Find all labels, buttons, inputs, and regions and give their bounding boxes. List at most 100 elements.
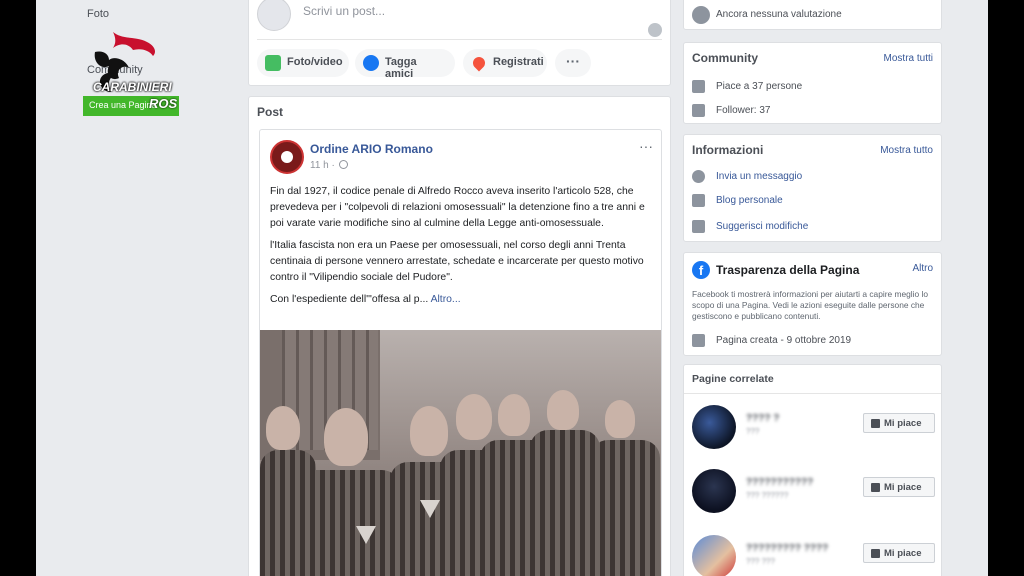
facebook-page-screenshot: Foto Community Crea una Pagina CARABINIE… xyxy=(36,0,988,576)
ratings-text: Ancora nessuna valutazione xyxy=(716,9,842,20)
page-type-icon xyxy=(692,194,705,207)
post-body: Fin dal 1927, il codice penale di Alfred… xyxy=(270,184,654,314)
posts-section-title: Post xyxy=(257,105,284,119)
flag-icon xyxy=(692,334,705,347)
thumbs-up-icon xyxy=(871,483,880,492)
followers-icon xyxy=(692,104,705,117)
likes-row: Piace a 37 persone xyxy=(692,80,803,93)
photos-section-label[interactable]: Foto xyxy=(87,8,109,20)
like-button-label: Mi piace xyxy=(884,482,922,493)
related-page-item: ??????????? ??? ?????? Mi piace xyxy=(692,469,935,517)
check-in-button[interactable]: Registrati xyxy=(463,49,547,77)
photo-figure-head xyxy=(498,394,530,436)
like-page-button[interactable]: Mi piace xyxy=(863,543,935,563)
related-page-item: ????????? ???? ??? ??? Mi piace xyxy=(692,535,935,576)
watermark-ros-text: ROS xyxy=(149,96,178,111)
post-composer: Scrivi un post... Foto/video Tagga amici… xyxy=(248,0,671,86)
post-item: Ordine ARIO Romano 11 h · ··· Fin dal 19… xyxy=(259,129,662,576)
post-truncated-text: Con l'espediente dell'"offesa al p... xyxy=(270,294,429,305)
posts-section: Post Ordine ARIO Romano 11 h · ··· Fin d… xyxy=(248,96,671,576)
avatar xyxy=(257,0,291,31)
composer-input[interactable]: Scrivi un post... xyxy=(303,4,385,18)
info-show-all-link[interactable]: Mostra tutto xyxy=(880,145,933,156)
related-page-name[interactable]: ????????? ???? xyxy=(746,543,828,554)
photo-figure-head xyxy=(266,406,300,450)
send-message-link: Invia un messaggio xyxy=(716,171,803,182)
ratings-card: Ancora nessuna valutazione xyxy=(683,0,942,30)
location-pin-icon xyxy=(470,54,488,72)
photo-icon xyxy=(265,55,281,71)
like-button-label: Mi piace xyxy=(884,418,922,429)
related-page-name[interactable]: ???? ? xyxy=(746,413,779,424)
related-pages-title: Pagine correlate xyxy=(692,373,774,385)
like-page-button[interactable]: Mi piace xyxy=(863,413,935,433)
divider xyxy=(684,393,941,394)
photo-figure xyxy=(590,440,660,576)
transparency-more-link[interactable]: Altro xyxy=(912,263,933,274)
info-title: Informazioni xyxy=(692,143,764,157)
like-button-label: Mi piace xyxy=(884,548,922,559)
followers-count: Follower: 37 xyxy=(716,105,771,116)
messenger-icon xyxy=(692,170,705,183)
send-message-row[interactable]: Invia un messaggio xyxy=(692,170,803,183)
page-created-row: Pagina creata - 9 ottobre 2019 xyxy=(692,334,852,347)
post-last-line: Con l'espediente dell'"offesa al p... Al… xyxy=(270,292,654,308)
thumbs-up-icon xyxy=(871,419,880,428)
community-title: Community xyxy=(692,51,758,65)
page-created-text: Pagina creata - 9 ottobre 2019 xyxy=(716,335,852,346)
photo-figure xyxy=(260,450,316,576)
emoji-icon[interactable] xyxy=(648,23,662,37)
transparency-description: Facebook ti mostrerà informazioni per ai… xyxy=(692,289,929,321)
tag-friends-button[interactable]: Tagga amici xyxy=(355,49,455,80)
suggest-edits-link: Suggerisci modifiche xyxy=(716,221,809,232)
transparency-title: Trasparenza della Pagina xyxy=(716,263,860,277)
related-page-avatar[interactable] xyxy=(692,535,736,576)
left-column: Foto Community Crea una Pagina CARABINIE… xyxy=(83,0,243,576)
more-options-button[interactable]: ··· xyxy=(555,49,591,77)
watermark-carabinieri-text: CARABINIERI xyxy=(93,80,172,94)
related-page-category: ??? ?????? xyxy=(746,491,789,500)
like-page-button[interactable]: Mi piace xyxy=(863,477,935,497)
related-page-item: ???? ? ??? Mi piace xyxy=(692,405,935,453)
community-show-all-link[interactable]: Mostra tutti xyxy=(884,53,933,64)
star-icon xyxy=(692,6,710,24)
post-photo[interactable] xyxy=(260,330,661,576)
followers-row: Follower: 37 xyxy=(692,104,771,117)
photo-triangle-badge xyxy=(356,526,376,544)
blog-link: Blog personale xyxy=(716,195,783,206)
related-page-avatar[interactable] xyxy=(692,469,736,513)
tag-friends-label: Tagga amici xyxy=(385,56,417,80)
page-transparency-card: f Trasparenza della Pagina Altro Faceboo… xyxy=(683,252,942,356)
post-menu-button[interactable]: ··· xyxy=(639,138,653,154)
photo-video-button[interactable]: Foto/video xyxy=(257,49,349,77)
photo-figure-head xyxy=(456,394,492,440)
thumbs-up-icon xyxy=(692,80,705,93)
related-pages-card: Pagine correlate ???? ? ??? Mi piace ???… xyxy=(683,364,942,576)
photo-figure-head xyxy=(410,406,448,456)
facebook-icon: f xyxy=(692,261,710,279)
thumbs-up-icon xyxy=(871,549,880,558)
page-name-link[interactable]: Ordine ARIO Romano xyxy=(310,142,433,156)
blog-row[interactable]: Blog personale xyxy=(692,194,783,207)
see-more-link[interactable]: Altro... xyxy=(431,294,461,305)
tag-people-icon xyxy=(363,55,379,71)
likes-count: Piace a 37 persone xyxy=(716,81,803,92)
related-page-category: ??? xyxy=(746,427,760,436)
related-page-avatar[interactable] xyxy=(692,405,736,449)
community-card: Community Mostra tutti Piace a 37 person… xyxy=(683,42,942,124)
post-timestamp[interactable]: 11 h · xyxy=(310,160,348,171)
check-in-label: Registrati xyxy=(493,56,544,68)
globe-icon xyxy=(338,160,348,169)
post-time-text: 11 h · xyxy=(310,160,335,171)
photo-figure-head xyxy=(547,390,579,430)
ratings-row: Ancora nessuna valutazione xyxy=(692,6,842,24)
post-paragraph: Fin dal 1927, il codice penale di Alfred… xyxy=(270,186,645,229)
related-page-name[interactable]: ??????????? xyxy=(746,477,813,488)
info-card: Informazioni Mostra tutto Invia un messa… xyxy=(683,134,942,242)
photo-figure xyxy=(390,462,470,576)
post-paragraph: l'Italia fascista non era un Paese per o… xyxy=(270,240,644,283)
page-avatar[interactable] xyxy=(270,140,304,174)
photo-figure-head xyxy=(324,408,368,466)
suggest-edits-row[interactable]: Suggerisci modifiche xyxy=(692,220,809,233)
divider xyxy=(257,39,662,40)
